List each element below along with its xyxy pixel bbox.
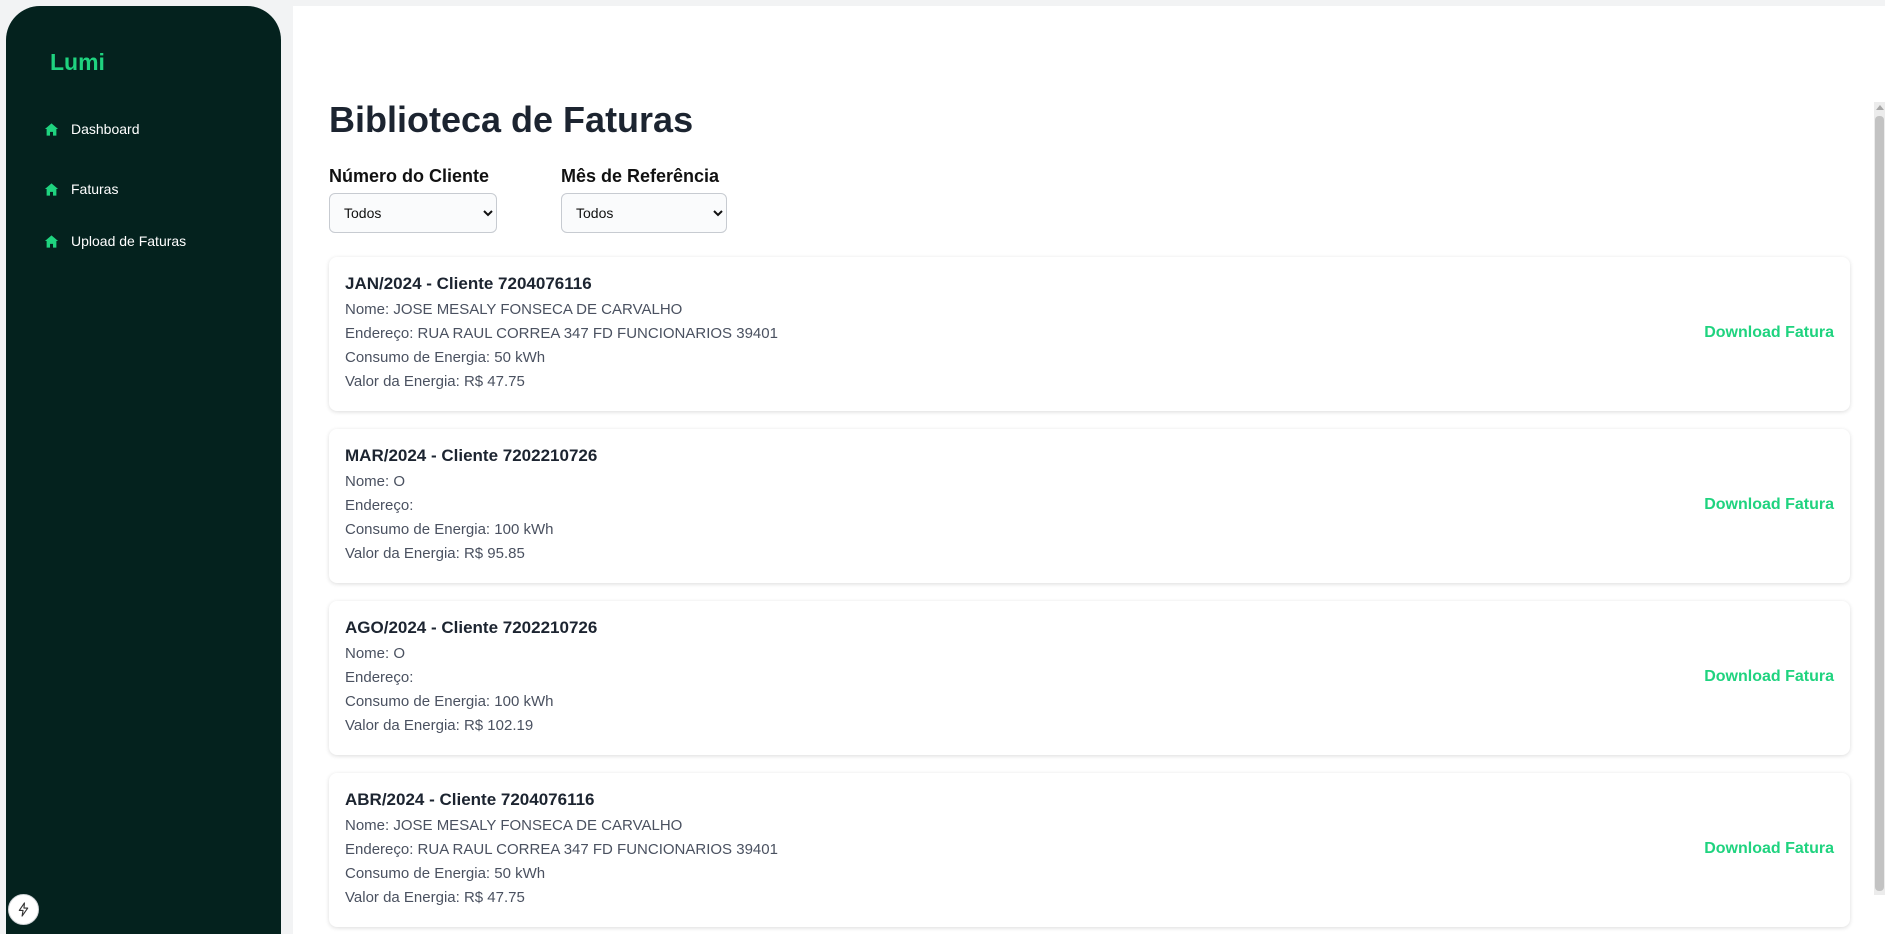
main-content: Biblioteca de Faturas Número do Cliente … — [293, 6, 1885, 934]
invoice-card: AGO/2024 - Cliente 7202210726 Nome: O En… — [329, 601, 1850, 755]
invoice-card: JAN/2024 - Cliente 7204076116 Nome: JOSE… — [329, 257, 1850, 411]
client-select[interactable]: Todos — [329, 193, 497, 233]
lightning-icon — [16, 902, 31, 917]
brand-logo[interactable]: Lumi — [50, 49, 105, 76]
page-title: Biblioteca de Faturas — [329, 99, 694, 140]
invoice-consumption: Consumo de Energia: 50 kWh — [345, 865, 546, 882]
invoice-consumption: Consumo de Energia: 100 kWh — [345, 521, 554, 538]
client-filter-label: Número do Cliente — [329, 166, 490, 186]
sidebar-item-label: Dashboard — [71, 121, 140, 137]
dev-indicator-button[interactable] — [8, 894, 39, 925]
sidebar-item-upload-faturas[interactable]: Upload de Faturas — [44, 233, 186, 249]
invoice-value: Valor da Energia: R$ 47.75 — [345, 373, 525, 390]
sidebar: Lumi Dashboard Faturas Upload de Faturas — [6, 6, 281, 934]
client-filter: Número do Cliente Todos — [329, 166, 497, 233]
invoice-title: ABR/2024 - Cliente 7204076116 — [345, 790, 595, 809]
scrollbar[interactable] — [1874, 102, 1885, 895]
invoice-name: Nome: JOSE MESALY FONSECA DE CARVALHO — [345, 301, 683, 318]
month-filter-label: Mês de Referência — [561, 166, 720, 186]
invoice-name: Nome: JOSE MESALY FONSECA DE CARVALHO — [345, 817, 683, 834]
scroll-up-arrow[interactable] — [1876, 105, 1884, 110]
invoice-address: Endereço: — [345, 669, 414, 686]
download-invoice-link[interactable]: Download Fatura — [1704, 496, 1834, 514]
invoice-consumption: Consumo de Energia: 100 kWh — [345, 693, 554, 710]
home-icon — [44, 182, 59, 197]
invoice-title: JAN/2024 - Cliente 7204076116 — [345, 274, 592, 293]
invoice-title: MAR/2024 - Cliente 7202210726 — [345, 446, 598, 465]
invoice-address: Endereço: RUA RAUL CORREA 347 FD FUNCION… — [345, 325, 778, 342]
scrollbar-thumb[interactable] — [1875, 116, 1884, 891]
invoice-card: ABR/2024 - Cliente 7204076116 Nome: JOSE… — [329, 773, 1850, 927]
invoice-value: Valor da Energia: R$ 95.85 — [345, 545, 525, 562]
home-icon — [44, 122, 59, 137]
invoice-consumption: Consumo de Energia: 50 kWh — [345, 349, 546, 366]
download-invoice-link[interactable]: Download Fatura — [1704, 668, 1834, 686]
month-select[interactable]: Todos — [561, 193, 727, 233]
sidebar-item-faturas[interactable]: Faturas — [44, 181, 118, 197]
invoice-address: Endereço: — [345, 497, 414, 514]
sidebar-item-dashboard[interactable]: Dashboard — [44, 121, 140, 137]
month-filter: Mês de Referência Todos — [561, 166, 727, 233]
invoice-value: Valor da Energia: R$ 47.75 — [345, 889, 525, 906]
download-invoice-link[interactable]: Download Fatura — [1704, 840, 1834, 858]
invoice-value: Valor da Energia: R$ 102.19 — [345, 717, 534, 734]
invoice-name: Nome: O — [345, 473, 406, 490]
sidebar-item-label: Upload de Faturas — [71, 233, 187, 249]
invoice-address: Endereço: RUA RAUL CORREA 347 FD FUNCION… — [345, 841, 778, 858]
sidebar-item-label: Faturas — [71, 181, 119, 197]
invoice-card: MAR/2024 - Cliente 7202210726 Nome: O En… — [329, 429, 1850, 583]
home-icon — [44, 234, 59, 249]
invoice-title: AGO/2024 - Cliente 7202210726 — [345, 618, 598, 637]
download-invoice-link[interactable]: Download Fatura — [1704, 324, 1834, 342]
invoice-name: Nome: O — [345, 645, 406, 662]
